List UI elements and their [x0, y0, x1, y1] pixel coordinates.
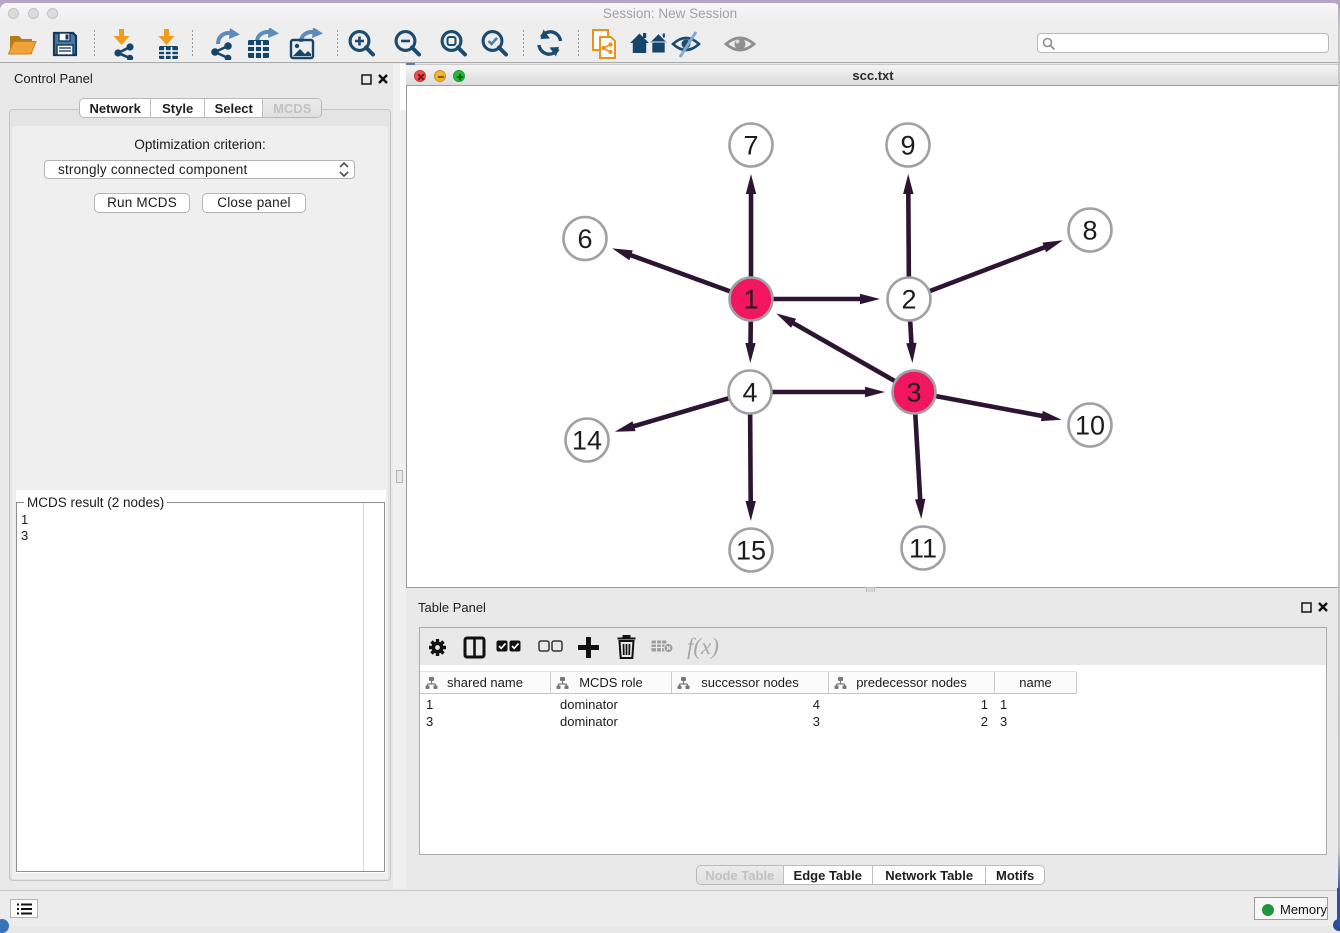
svg-text:6: 6: [577, 224, 592, 254]
svg-text:2: 2: [901, 285, 916, 315]
svg-text:9: 9: [900, 131, 915, 161]
svg-text:15: 15: [736, 536, 766, 566]
svg-text:4: 4: [742, 378, 757, 408]
svg-text:14: 14: [572, 426, 602, 456]
svg-text:11: 11: [909, 534, 937, 564]
svg-text:8: 8: [1082, 216, 1097, 246]
svg-text:3: 3: [906, 378, 921, 408]
svg-text:7: 7: [743, 131, 758, 161]
svg-text:10: 10: [1075, 411, 1105, 441]
svg-text:1: 1: [743, 285, 758, 315]
